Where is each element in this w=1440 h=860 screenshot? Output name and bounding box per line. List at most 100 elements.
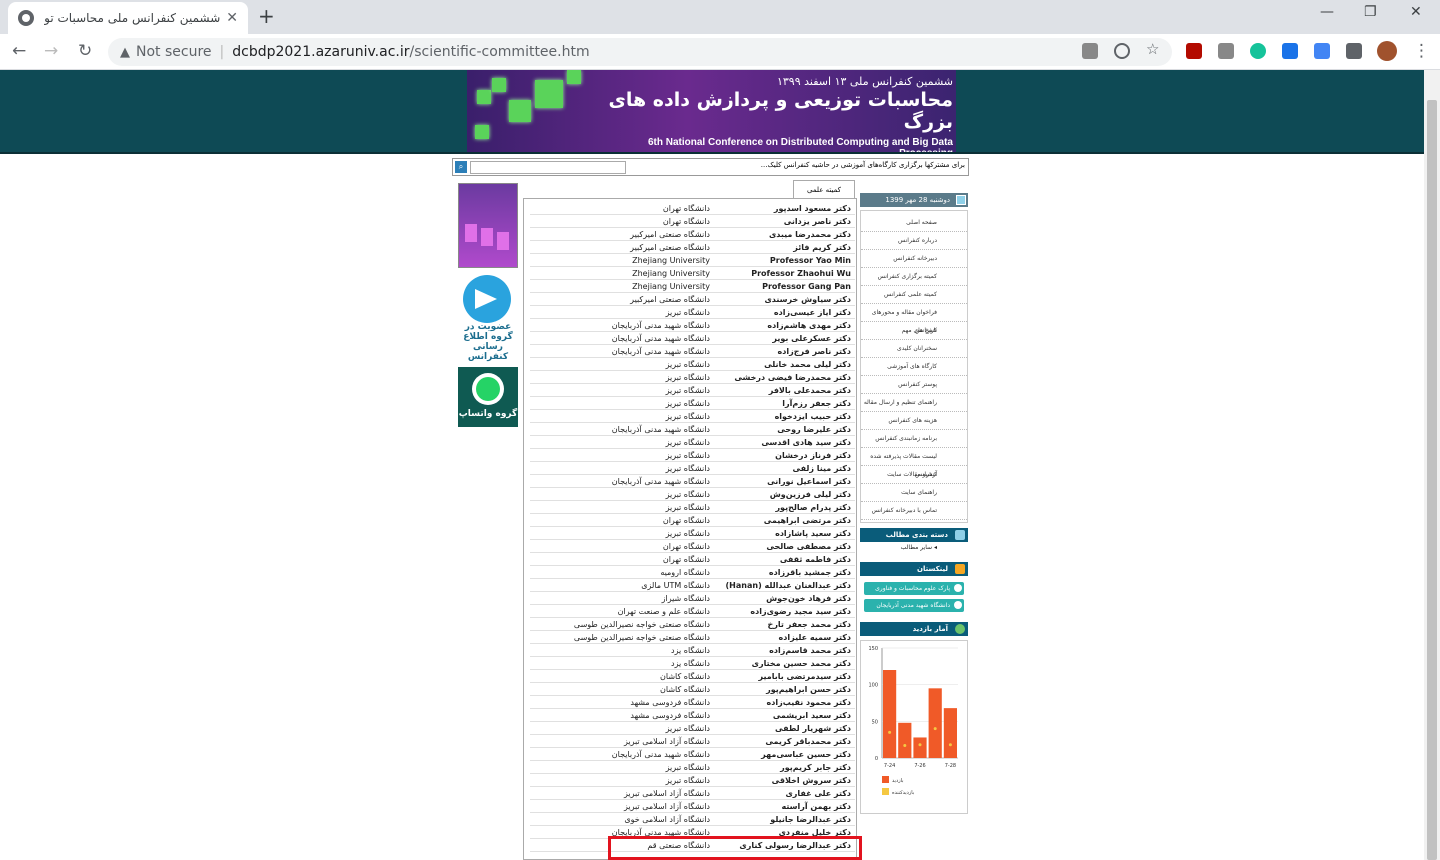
committee-row: دکتر ایاز عیسی‌زاده دانشگاه تبریز <box>530 306 855 319</box>
web-page: ششمین کنفرانس ملی ۱۳ اسفند ۱۳۹۹ محاسبات … <box>0 70 1424 860</box>
drive-extension-icon[interactable] <box>1218 43 1234 59</box>
pdf-extension-icon[interactable] <box>1186 43 1202 59</box>
committee-row: دکتر کریم فائز دانشگاه صنعتی امیرکبیر <box>530 241 855 254</box>
member-name: دکتر حسن ابراهیم‌پور <box>766 685 851 694</box>
menu-item[interactable]: آرشیو مقالات سایت <box>861 466 967 484</box>
minimize-button[interactable]: — <box>1320 4 1334 20</box>
member-university: دانشگاه شهید مدنی آذربایجان <box>611 334 710 343</box>
categories-icon <box>955 530 965 540</box>
committee-row: دکتر مینا زلفی دانشگاه تبریز <box>530 462 855 475</box>
whatsapp-group-ad[interactable]: گروه واتساپ <box>458 367 518 427</box>
link-item-madani-university[interactable]: دانشگاه شهید مدنی آذربایجان <box>864 599 964 612</box>
committee-row: دکتر سعید پاشازاده دانشگاه تبریز <box>530 527 855 540</box>
globe-icon <box>18 10 34 26</box>
google-translate-extension-icon[interactable] <box>1314 43 1330 59</box>
menu-item[interactable]: درباره کنفرانس <box>861 232 967 250</box>
menu-item[interactable]: راهنمای سایت <box>861 484 967 502</box>
date-bar: دوشنبه 28 مهر 1399 <box>860 193 968 207</box>
category-label: سایر مطالب <box>900 544 933 551</box>
bookmark-star-icon[interactable]: ☆ <box>1146 40 1159 58</box>
member-university: دانشگاه شهید مدنی آذربایجان <box>611 425 710 434</box>
menu-item[interactable]: کمیته برگزاری کنفرانس <box>861 268 967 286</box>
maximize-button[interactable]: ❐ <box>1364 4 1377 20</box>
member-name: دکتر فاطمه ثقفی <box>779 555 851 564</box>
highlight-box <box>608 836 862 860</box>
categories-header: دسته بندی مطالب <box>860 528 968 542</box>
legend-swatch <box>882 776 889 783</box>
reload-button[interactable]: ↻ <box>78 41 92 61</box>
link-item-science-park[interactable]: پارک علوم محاسبات و فناوری <box>864 582 964 595</box>
menu-item[interactable]: پوستر کنفرانس <box>861 376 967 394</box>
committee-row: دکتر عبدالغنان عبدالله (Hanan) دانشگاه UT… <box>530 579 855 592</box>
category-item-other[interactable]: ◂ سایر مطالب <box>861 544 967 551</box>
scrollbar-thumb[interactable] <box>1427 100 1437 860</box>
workshop-notice-link[interactable]: برای مشترکها برگزاری کارگاه‌های آموزشی د… <box>761 161 965 169</box>
translate-icon[interactable] <box>1082 43 1098 59</box>
committee-row: دکتر مرتضی ابراهیمی دانشگاه تهران <box>530 514 855 527</box>
menu-item[interactable]: صفحه اصلی <box>861 214 967 232</box>
profile-avatar[interactable] <box>1377 41 1397 61</box>
close-tab-icon[interactable]: ✕ <box>226 10 238 26</box>
member-name: دکتر مهدی هاشم‌زاده <box>767 321 851 330</box>
menu-item[interactable]: تاریخ های مهم <box>861 322 967 340</box>
menu-item[interactable]: برنامه زمانبندی کنفرانس <box>861 430 967 448</box>
chrome-menu-icon[interactable]: ⋮ <box>1413 41 1430 61</box>
menu-item[interactable]: لیست مقالات پذیرفته شده کنفرانس <box>861 448 967 478</box>
page-scrollbar[interactable] <box>1424 70 1440 860</box>
telegram-group-label[interactable]: عضویت در گروه اطلاع رسانی کنفرانس <box>458 322 518 362</box>
menu-item[interactable]: کارگاه های آموزشی <box>861 358 967 376</box>
telegram-icon[interactable] <box>463 275 511 323</box>
member-name: دکتر محمد حسین مختاری <box>751 659 851 668</box>
grammarly-extension-icon[interactable] <box>1250 43 1266 59</box>
member-name: دکتر لیلی فرزین‌وش <box>769 490 851 499</box>
conference-poster-ad[interactable] <box>458 183 518 268</box>
committee-row: دکتر سعید ابریشمی دانشگاه فردوسی مشهد <box>530 709 855 722</box>
address-bar[interactable]: ▲ Not secure | dcbdp2021.azaruniv.ac.ir … <box>108 38 1172 66</box>
bar-visits <box>883 670 897 758</box>
search-input[interactable] <box>470 161 626 174</box>
menu-item[interactable]: هزینه های کنفرانس <box>861 412 967 430</box>
committee-row: دکتر جمشید باقرزاده دانشگاه ارومیه <box>530 566 855 579</box>
forward-button[interactable]: → <box>44 41 58 61</box>
browser-tab[interactable]: ششمین کنفرانس ملی محاسبات توز ✕ <box>8 2 248 34</box>
point-visitors <box>933 727 937 731</box>
scholar-extension-icon[interactable] <box>1282 43 1298 59</box>
menu-item[interactable]: تماس با دبیرخانه کنفرانس <box>861 502 967 520</box>
conference-banner[interactable]: ششمین کنفرانس ملی ۱۳ اسفند ۱۳۹۹ محاسبات … <box>467 70 956 152</box>
point-visitors <box>918 743 922 747</box>
back-button[interactable]: ← <box>12 41 26 61</box>
url-host: dcbdp2021.azaruniv.ac.ir <box>232 44 410 60</box>
committee-row: Professor Gang Pan Zhejiang University <box>530 280 855 293</box>
legend-swatch <box>882 788 889 795</box>
tab-title: ششمین کنفرانس ملی محاسبات توز <box>44 11 221 25</box>
member-name: دکتر کریم فائز <box>793 243 851 252</box>
close-window-button[interactable]: ✕ <box>1410 4 1422 20</box>
committee-row: دکتر اسماعیل نورانی دانشگاه شهید مدنی آذر… <box>530 475 855 488</box>
member-university: دانشگاه یزد <box>671 646 710 655</box>
committee-row: دکتر محمدرضا میبدی دانشگاه صنعتی امیرکبیر <box>530 228 855 241</box>
member-university: دانشگاه یزد <box>671 659 710 668</box>
menu-item[interactable]: راهنمای تنظیم و ارسال مقاله <box>861 394 967 412</box>
security-label[interactable]: Not secure <box>136 44 212 60</box>
menu-item[interactable]: کمیته علمی کنفرانس <box>861 286 967 304</box>
committee-row: دکتر سید مجید رضوی‌زاده دانشگاه علم و صنع… <box>530 605 855 618</box>
member-university: دانشگاه تهران <box>662 555 710 564</box>
member-university: دانشگاه تبریز <box>665 373 710 382</box>
member-university: دانشگاه تبریز <box>665 308 710 317</box>
zoom-icon[interactable] <box>1114 43 1130 59</box>
member-name: دکتر محمدرضا فیضی درخشی <box>734 373 851 382</box>
new-tab-button[interactable]: + <box>258 4 275 28</box>
search-button[interactable]: ⌕ <box>455 161 467 173</box>
tab-scientific-committee[interactable]: کمیته علمی کنفرانس <box>793 180 855 212</box>
menu-item[interactable]: دبیرخانه کنفرانس <box>861 250 967 268</box>
member-university: دانشگاه علم و صنعت تهران <box>617 607 710 616</box>
member-university: دانشگاه تبریز <box>665 724 710 733</box>
extensions-puzzle-icon[interactable] <box>1346 43 1362 59</box>
member-name: دکتر پدرام صالح‌پور <box>775 503 851 512</box>
point-visitors <box>903 744 907 748</box>
stats-globe-icon <box>955 624 965 634</box>
member-name: دکتر علیرضا روحی <box>777 425 851 434</box>
menu-item[interactable]: سخنرانان کلیدی <box>861 340 967 358</box>
menu-item[interactable]: فراخوان مقاله و محورهای کنفرانس <box>861 304 967 334</box>
point-visitors <box>948 743 952 747</box>
